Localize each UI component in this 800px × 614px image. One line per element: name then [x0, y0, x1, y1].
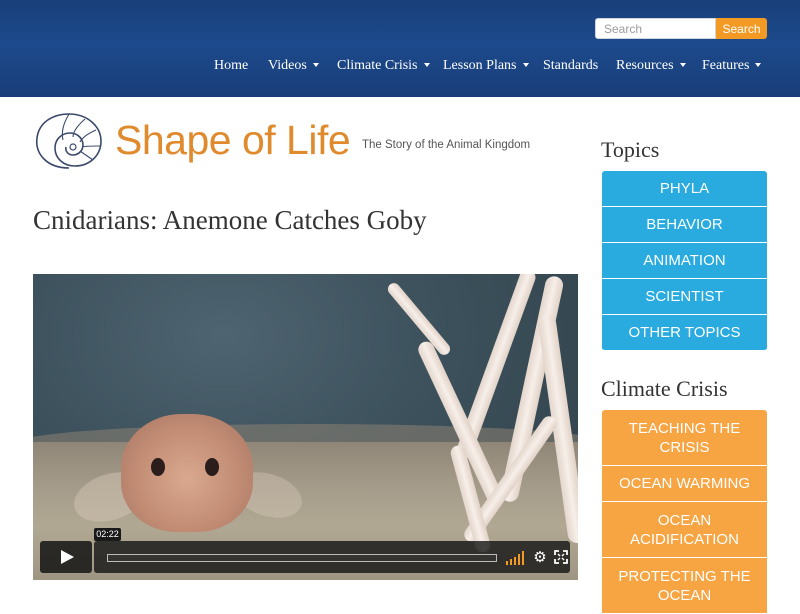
- search-button[interactable]: Search: [716, 18, 767, 39]
- nav-resources[interactable]: Resources: [616, 58, 686, 74]
- caret-down-icon: [679, 62, 686, 67]
- video-frame-eye: [151, 458, 165, 476]
- play-button[interactable]: [40, 541, 92, 573]
- nav-label: Resources: [616, 58, 674, 73]
- nav-label: Videos: [268, 58, 307, 73]
- climate-crisis-title: Climate Crisis: [601, 376, 728, 401]
- nav-label: Lesson Plans: [443, 58, 517, 73]
- nav-standards[interactable]: Standards: [543, 58, 598, 74]
- topic-other-topics-button[interactable]: OTHER TOPICS: [602, 315, 767, 351]
- time-tooltip: 02:22: [94, 528, 121, 541]
- video-frame-goby: [121, 414, 253, 532]
- site-header: Search Home Videos Climate Crisis Lesson…: [0, 0, 800, 97]
- nav-label: Features: [702, 58, 750, 73]
- climate-list: TEACHING THE CRISIS OCEAN WARMING OCEAN …: [602, 410, 767, 614]
- nav-videos[interactable]: Videos: [268, 58, 319, 74]
- nav-label: Standards: [543, 58, 599, 73]
- nav-label: Home: [214, 58, 249, 73]
- control-bar: ⚙: [94, 541, 570, 573]
- topic-scientist-button[interactable]: SCIENTIST: [602, 279, 767, 315]
- volume-icon[interactable]: [506, 551, 526, 565]
- nav-lesson-plans[interactable]: Lesson Plans: [443, 58, 529, 74]
- climate-protecting-the-ocean-button[interactable]: PROTECTING THE OCEAN: [602, 558, 767, 614]
- nautilus-shell-icon: [36, 113, 102, 169]
- logo-name: Shape of Life: [115, 117, 351, 163]
- fullscreen-icon[interactable]: [554, 550, 568, 564]
- nav-features[interactable]: Features: [702, 58, 762, 74]
- climate-label: OCEAN ACIDIFICATION: [630, 512, 739, 548]
- nav-home[interactable]: Home: [214, 58, 248, 74]
- topics-title: Topics: [601, 137, 660, 162]
- video-frame-eye: [205, 458, 219, 476]
- page-title: Cnidarians: Anemone Catches Goby: [33, 205, 427, 235]
- logo-tagline: The Story of the Animal Kingdom: [362, 139, 531, 151]
- play-icon: [61, 550, 74, 564]
- nav-label: Climate Crisis: [337, 58, 418, 73]
- progress-bar[interactable]: [107, 554, 497, 562]
- climate-ocean-warming-button[interactable]: OCEAN WARMING: [602, 466, 767, 502]
- climate-ocean-acidification-button[interactable]: OCEAN ACIDIFICATION: [602, 502, 767, 558]
- topic-behavior-button[interactable]: BEHAVIOR: [602, 207, 767, 243]
- caret-down-icon: [312, 62, 319, 67]
- climate-label: PROTECTING THE OCEAN: [618, 568, 751, 604]
- search-input[interactable]: [595, 18, 716, 39]
- video-controls: ⚙ 02:22: [40, 528, 570, 573]
- topics-list: PHYLA BEHAVIOR ANIMATION SCIENTIST OTHER…: [602, 171, 767, 351]
- main-nav: Home Videos Climate Crisis Lesson Plans …: [0, 58, 800, 78]
- gear-icon[interactable]: ⚙: [532, 549, 548, 565]
- climate-label: TEACHING THE CRISIS: [628, 420, 741, 456]
- caret-down-icon: [522, 62, 529, 67]
- caret-down-icon: [755, 62, 762, 67]
- caret-down-icon: [423, 62, 430, 67]
- topic-animation-button[interactable]: ANIMATION: [602, 243, 767, 279]
- climate-teaching-the-crisis-button[interactable]: TEACHING THE CRISIS: [602, 410, 767, 466]
- nav-climate-crisis[interactable]: Climate Crisis: [337, 58, 430, 74]
- site-logo[interactable]: Shape of Life The Story of the Animal Ki…: [33, 110, 533, 172]
- topic-phyla-button[interactable]: PHYLA: [602, 171, 767, 207]
